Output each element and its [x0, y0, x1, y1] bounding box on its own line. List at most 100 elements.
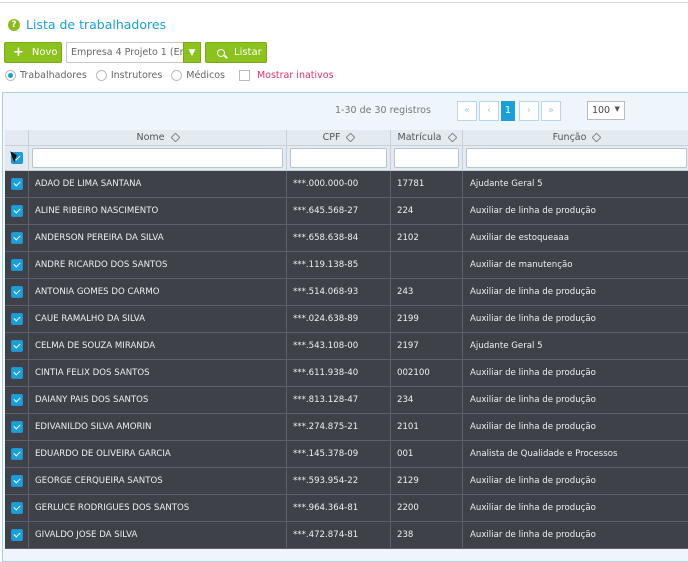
cell-matricula: 234	[391, 387, 463, 414]
radio-button[interactable]	[95, 69, 107, 81]
table-row[interactable]: CINTIA FELIX DOS SANTOS ***.611.938-40 002…	[5, 360, 688, 387]
row-checkbox[interactable]	[10, 340, 23, 352]
row-checkbox[interactable]	[10, 178, 23, 190]
table-row[interactable]: ANDRE RICARDO DOS SANTOS ***.119.138-85 Au…	[5, 252, 688, 279]
table-row[interactable]: ADAO DE LIMA SANTANA ***.000.000-00 17781 A…	[5, 171, 688, 198]
column-title: CPF	[322, 132, 341, 143]
header-select-cell	[5, 130, 29, 146]
column-header-funcao[interactable]: Função	[463, 130, 688, 146]
help-icon[interactable]: ?	[8, 18, 20, 31]
row-checkbox[interactable]	[10, 421, 23, 433]
top-divider	[0, 2, 688, 3]
row-checkbox[interactable]	[10, 259, 23, 271]
radio-instrutores[interactable]: Instrutores	[95, 69, 162, 81]
filter-row	[5, 146, 688, 171]
cell-nome: GERLUCE RODRIGUES DOS SANTOS	[29, 495, 287, 522]
cell-matricula: 002100	[391, 360, 463, 387]
radio-trabalhadores[interactable]: Trabalhadores	[5, 69, 87, 81]
cell-cpf: ***.000.000-00	[287, 171, 391, 198]
chevron-down-icon: ▼	[614, 105, 620, 113]
radio-medicos[interactable]: Médicos	[171, 69, 225, 81]
row-checkbox[interactable]	[10, 367, 23, 379]
row-checkbox[interactable]	[10, 529, 23, 541]
filter-cell	[391, 146, 463, 171]
pagination: 1-30 de 30 registros « ‹ 1 › » 100 ▼	[335, 100, 625, 121]
list-button-label: Listar	[234, 47, 262, 58]
next-page-button[interactable]: ›	[518, 100, 539, 121]
row-checkbox[interactable]	[10, 394, 23, 406]
table-row[interactable]: GIVALDO JOSE DA SILVA ***.472.874-81 238 Au…	[5, 522, 688, 549]
cell-nome: ALINE RIBEIRO NASCIMENTO	[29, 198, 287, 225]
sort-icon	[447, 132, 457, 143]
row-checkbox[interactable]	[10, 448, 23, 460]
table-row[interactable]: ANTONIA GOMES DO CARMO ***.514.068-93 243 A…	[5, 279, 688, 306]
page-size-value: 100	[591, 105, 611, 116]
cell-matricula: 2200	[391, 495, 463, 522]
cell-cpf: ***.145.378-09	[287, 441, 391, 468]
table-row[interactable]: DAIANY PAIS DOS SANTOS ***.813.128-47 234 A…	[5, 387, 688, 414]
table-row[interactable]: CELMA DE SOUZA MIRANDA ***.543.108-00 2197…	[5, 333, 688, 360]
cell-funcao: Auxiliar de linha de produção	[463, 279, 688, 306]
show-inactive-toggle[interactable]: Mostrar inativos	[234, 69, 334, 81]
row-checkbox[interactable]	[10, 286, 23, 298]
cell-funcao: Auxiliar de linha de produção	[463, 414, 688, 441]
records-count: 1-30 de 30 registros	[335, 105, 431, 116]
cell-funcao: Auxiliar de linha de produção	[463, 198, 688, 225]
row-checkbox[interactable]	[10, 313, 23, 325]
project-select-value[interactable]: Empresa 4 Projeto 1 (Emp	[66, 42, 183, 63]
prev-page-button[interactable]: ‹	[478, 100, 499, 121]
column-header-cpf[interactable]: CPF	[287, 130, 391, 146]
cell-funcao: Auxiliar de linha de produção	[463, 387, 688, 414]
show-inactive-checkbox[interactable]	[238, 69, 250, 81]
show-inactive-label: Mostrar inativos	[256, 69, 334, 81]
cell-matricula: 2102	[391, 225, 463, 252]
row-checkbox[interactable]	[10, 205, 23, 217]
filter-cpf-input[interactable]	[290, 148, 387, 168]
table-row[interactable]: GERLUCE RODRIGUES DOS SANTOS ***.964.364-…	[5, 495, 688, 522]
row-checkbox[interactable]	[10, 502, 23, 514]
table-row[interactable]: ANDERSON PEREIRA DA SILVA ***.658.638-84 2…	[5, 225, 688, 252]
page-size-select[interactable]: 100 ▼	[586, 101, 625, 120]
page-number-button[interactable]: 1	[500, 100, 515, 121]
filter-nome-input[interactable]	[32, 148, 283, 168]
cell-nome: CELMA DE SOUZA MIRANDA	[29, 333, 287, 360]
table-body: ADAO DE LIMA SANTANA ***.000.000-00 17781 A…	[5, 171, 688, 549]
cell-funcao: Auxiliar de linha de produção	[463, 522, 688, 549]
list-button[interactable]: Listar	[205, 42, 267, 63]
sort-icon	[591, 132, 602, 143]
table-row[interactable]: CAUE RAMALHO DA SILVA ***.024.638-89 2199 A…	[5, 306, 688, 333]
radio-button[interactable]	[171, 69, 183, 81]
filter-funcao-input[interactable]	[466, 148, 687, 168]
cell-matricula: 2101	[391, 414, 463, 441]
row-select-cell	[5, 306, 29, 333]
row-select-cell	[5, 441, 29, 468]
cell-matricula: 238	[391, 522, 463, 549]
cell-funcao: Analista de Qualidade e Processos	[463, 441, 688, 468]
row-select-cell	[5, 360, 29, 387]
filter-cell	[463, 146, 688, 171]
new-button[interactable]: + Novo	[4, 42, 62, 63]
first-page-button[interactable]: «	[456, 100, 477, 121]
chevron-down-icon[interactable]: ▼	[183, 42, 201, 63]
table-row[interactable]: GEORGE CERQUEIRA SANTOS ***.593.954-22 212…	[5, 468, 688, 495]
column-header-matricula[interactable]: Matrícula	[391, 130, 463, 146]
cell-funcao: Auxiliar de estoqueaaa	[463, 225, 688, 252]
column-header-nome[interactable]: Nome	[29, 130, 287, 146]
table-row[interactable]: EDUARDO DE OLIVEIRA GARCIA ***.145.378-09…	[5, 441, 688, 468]
radio-button[interactable]	[5, 69, 16, 81]
cell-nome: EDIVANILDO SILVA AMORIN	[29, 414, 287, 441]
row-checkbox[interactable]	[10, 232, 23, 244]
last-page-button[interactable]: »	[540, 100, 561, 121]
cell-cpf: ***.611.938-40	[287, 360, 391, 387]
filter-matricula-input[interactable]	[394, 148, 459, 168]
row-select-cell	[5, 522, 29, 549]
table-row[interactable]: EDIVANILDO SILVA AMORIN ***.274.875-21 210…	[5, 414, 688, 441]
project-select[interactable]: Empresa 4 Projeto 1 (Emp ▼	[66, 42, 201, 63]
sort-icon	[345, 132, 356, 143]
table-row[interactable]: ALINE RIBEIRO NASCIMENTO ***.645.568-27 22…	[5, 198, 688, 225]
row-checkbox[interactable]	[10, 475, 23, 487]
cell-nome: CINTIA FELIX DOS SANTOS	[29, 360, 287, 387]
cell-funcao: Auxiliar de linha de produção	[463, 495, 688, 522]
toolbar: + Novo Empresa 4 Projeto 1 (Emp ▼ Listar	[4, 42, 267, 63]
row-select-cell	[5, 279, 29, 306]
